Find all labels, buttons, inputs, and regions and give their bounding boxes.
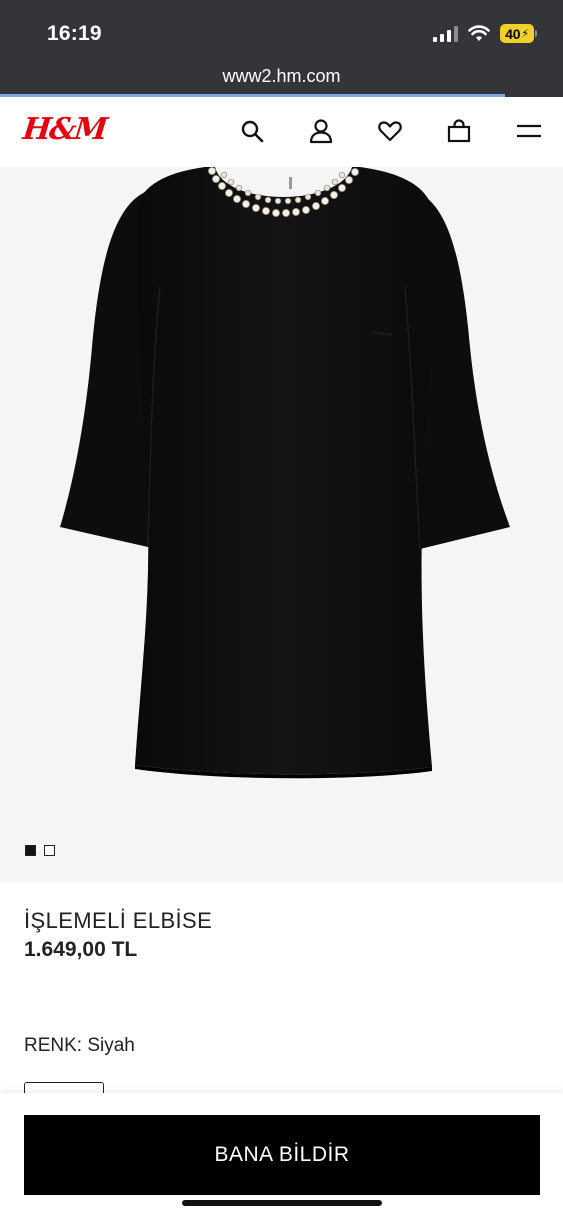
browser-chrome: 16:19 40 ⚡ www2.hm.com — [0, 0, 563, 97]
account-icon[interactable] — [307, 117, 335, 145]
home-indicator[interactable] — [182, 1200, 382, 1206]
menu-hamburger-icon[interactable] — [515, 117, 543, 145]
status-time: 16:19 — [47, 22, 102, 45]
product-image-black-dress — [60, 167, 510, 779]
favorites-heart-icon[interactable] — [376, 117, 404, 145]
status-indicators: 40 ⚡ — [433, 24, 537, 43]
product-image-gallery[interactable] — [0, 167, 563, 883]
battery-level: 40 — [505, 25, 521, 42]
color-label: RENK: Siyah — [24, 1035, 135, 1056]
gallery-dot-2[interactable] — [44, 845, 55, 856]
gallery-dot-1[interactable] — [25, 845, 36, 856]
search-icon[interactable] — [238, 117, 266, 145]
shopping-bag-icon[interactable] — [445, 117, 473, 145]
product-title: İŞLEMELİ ELBİSE — [24, 908, 213, 933]
gallery-pagination — [25, 845, 55, 856]
notify-me-button[interactable]: BANA BİLDİR — [24, 1115, 540, 1195]
address-bar[interactable]: www2.hm.com — [0, 66, 563, 87]
brand-logo[interactable]: H&M — [21, 112, 107, 147]
product-price: 1.649,00 TL — [24, 938, 138, 961]
battery-icon: 40 ⚡ — [500, 24, 537, 43]
wifi-icon — [468, 25, 490, 41]
cellular-signal-icon — [433, 25, 458, 42]
site-header: H&M — [0, 97, 563, 167]
